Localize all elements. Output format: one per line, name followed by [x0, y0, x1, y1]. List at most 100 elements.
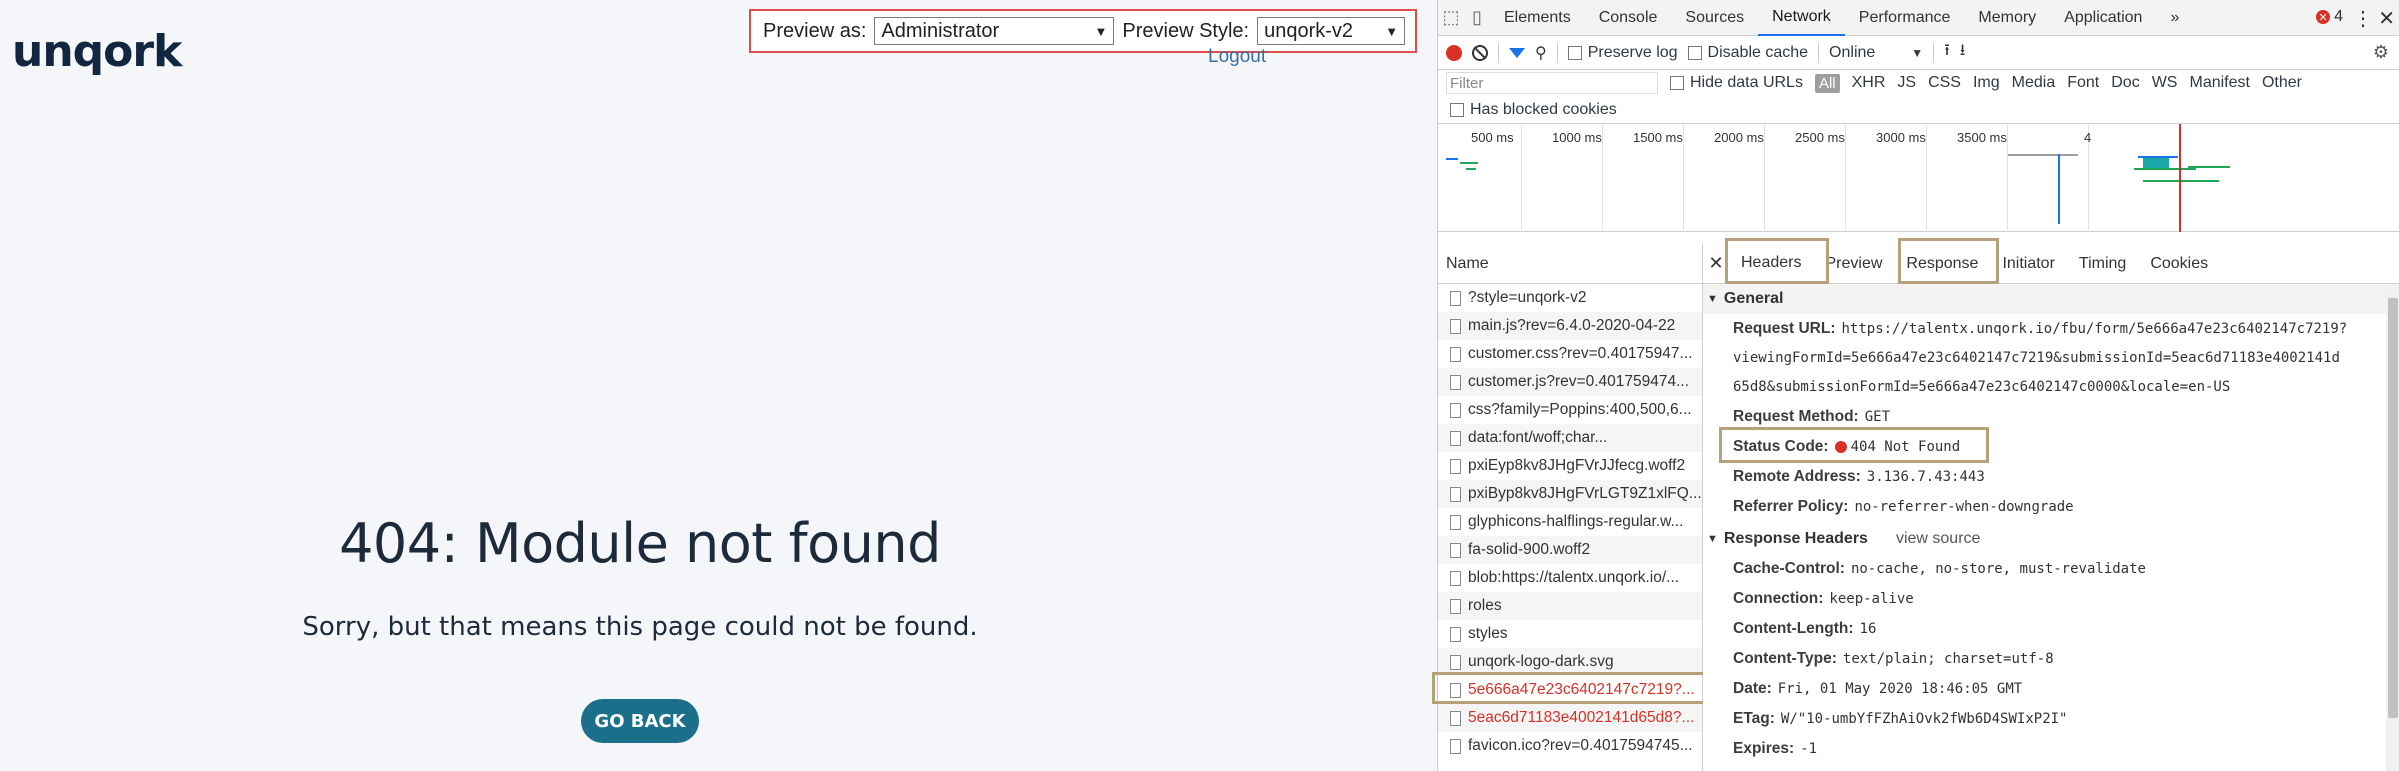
response-header-row: Cache-Control: no-cache, no-store, must-r…	[1703, 554, 2399, 584]
timeline-gridline	[1845, 124, 1846, 232]
logout-link[interactable]: Logout	[1208, 46, 1266, 68]
kebab-menu-icon[interactable]: ⋮	[2353, 6, 2373, 31]
header-value: 16	[1859, 621, 1877, 637]
request-row[interactable]: css?family=Poppins:400,500,6...	[1438, 396, 1702, 424]
close-icon[interactable]: ✕	[2378, 6, 2395, 31]
request-name: css?family=Poppins:400,500,6...	[1468, 401, 1692, 418]
name-column-header[interactable]: Name	[1438, 244, 1702, 284]
unqork-logo[interactable]: unqork	[12, 26, 182, 77]
request-name: favicon.ico?rev=0.4017594745...	[1468, 737, 1693, 754]
preserve-log-checkbox[interactable]: Preserve log	[1567, 44, 1678, 62]
highlight-box	[1898, 238, 1999, 284]
error-counter[interactable]: ✕ 4	[2316, 8, 2343, 26]
request-name: pxiByp8kv8JHgFVrLGT9Z1xlFQ...	[1468, 485, 1702, 502]
timeline-overview[interactable]: 500 ms 1000 ms 1500 ms 2000 ms 2500 ms 3000 m…	[1438, 124, 2399, 232]
tab-application[interactable]: Application	[2050, 0, 2156, 36]
response-headers-list: Cache-Control: no-cache, no-store, must-r…	[1703, 554, 2399, 764]
device-toolbar-icon[interactable]: ▯	[1464, 5, 1490, 31]
request-row[interactable]: pxiEyp8kv8JHgFVrJJfecg.woff2	[1438, 452, 1702, 480]
clear-icon[interactable]	[1472, 44, 1488, 61]
tab-console[interactable]: Console	[1585, 0, 1672, 36]
has-blocked-cookies-checkbox[interactable]: Has blocked cookies	[1450, 101, 1617, 119]
error-icon: ✕	[2316, 10, 2331, 24]
checkbox-icon	[1567, 45, 1582, 60]
timeline-tick-label: 3000 ms	[1876, 130, 1926, 145]
filter-type-ws[interactable]: WS	[2152, 74, 2178, 92]
go-back-button[interactable]: GO BACK	[581, 699, 699, 743]
request-name: roles	[1468, 597, 1502, 614]
preview-style-select[interactable]: unqork-v2 ▼	[1257, 17, 1406, 45]
timeline-bar	[2188, 166, 2230, 168]
tab-network[interactable]: Network	[1758, 0, 1845, 36]
header-key: ETag:	[1733, 710, 1775, 727]
request-url-line: 65d8&submissionFormId=5e666a47e23c640214…	[1733, 379, 2231, 395]
request-row[interactable]: main.js?rev=6.4.0-2020-04-22	[1438, 312, 1702, 340]
filter-type-img[interactable]: Img	[1973, 74, 2000, 92]
highlight-box	[1719, 427, 1989, 463]
filter-type-js[interactable]: JS	[1897, 74, 1916, 92]
timeline-gridline	[1683, 124, 1684, 232]
details-tab-bar: ✕ Headers Preview Response Initiator Timing C…	[1703, 238, 2399, 284]
file-icon	[1450, 318, 1461, 334]
response-headers-section-header[interactable]: ▼ Response Headers view source	[1703, 524, 2399, 554]
filter-type-doc[interactable]: Doc	[2111, 74, 2139, 92]
general-section-header[interactable]: ▼ General	[1703, 284, 2399, 314]
request-row[interactable]: 5eac6d71183e4002141d65d8?...	[1438, 704, 1702, 732]
request-row[interactable]: glyphicons-halflings-regular.w...	[1438, 508, 1702, 536]
request-row[interactable]: data:font/woff;char...	[1438, 424, 1702, 452]
record-icon[interactable]	[1446, 44, 1462, 61]
request-row[interactable]: styles	[1438, 620, 1702, 648]
request-name: styles	[1468, 625, 1508, 642]
import-har-icon[interactable]: ⭱	[1944, 39, 1950, 66]
devtools-tabs: Elements Console Sources Network Performance…	[1490, 0, 2156, 36]
request-row[interactable]: customer.css?rev=0.40175947...	[1438, 340, 1702, 368]
request-method-key: Request Method:	[1733, 408, 1859, 425]
details-tab-cookies[interactable]: Cookies	[2138, 244, 2220, 284]
request-row[interactable]: fa-solid-900.woff2	[1438, 536, 1702, 564]
filter-type-css[interactable]: CSS	[1928, 74, 1961, 92]
tab-memory[interactable]: Memory	[1964, 0, 2050, 36]
response-header-row: Date: Fri, 01 May 2020 18:46:05 GMT	[1703, 674, 2399, 704]
timeline-tick-label: 2500 ms	[1795, 130, 1845, 145]
file-icon	[1450, 626, 1461, 642]
file-icon	[1450, 430, 1461, 446]
timeline-tick-label: 1500 ms	[1633, 130, 1683, 145]
filter-type-other[interactable]: Other	[2262, 74, 2302, 92]
request-name: main.js?rev=6.4.0-2020-04-22	[1468, 317, 1676, 334]
throttling-select[interactable]: Online ▼	[1829, 44, 1923, 62]
filter-type-media[interactable]: Media	[2012, 74, 2056, 92]
request-url-line: https://talentx.unqork.io/fbu/form/5e666…	[1841, 321, 2348, 337]
details-tab-initiator[interactable]: Initiator	[1990, 244, 2066, 284]
filter-type-font[interactable]: Font	[2067, 74, 2099, 92]
request-row[interactable]: favicon.ico?rev=0.4017594745...	[1438, 732, 1702, 760]
details-tab-timing[interactable]: Timing	[2067, 244, 2138, 284]
file-icon	[1450, 374, 1461, 390]
tab-elements[interactable]: Elements	[1490, 0, 1585, 36]
export-har-icon[interactable]: ⭳	[1960, 39, 1966, 66]
filter-all-button[interactable]: All	[1814, 73, 1840, 93]
filter-input[interactable]: Filter	[1446, 72, 1658, 94]
tab-sources[interactable]: Sources	[1671, 0, 1758, 36]
filter-type-manifest[interactable]: Manifest	[2189, 74, 2249, 92]
preview-as-select[interactable]: Administrator ▼	[874, 17, 1115, 45]
tab-performance[interactable]: Performance	[1845, 0, 1965, 36]
inspect-element-icon[interactable]: ⬚	[1438, 5, 1464, 31]
more-tabs-button[interactable]: »	[2156, 0, 2193, 36]
request-row[interactable]: roles	[1438, 592, 1702, 620]
request-name: unqork-logo-dark.svg	[1468, 653, 1614, 670]
request-row[interactable]: pxiByp8kv8JHgFVrLGT9Z1xlFQ...	[1438, 480, 1702, 508]
request-row[interactable]: customer.js?rev=0.401759474...	[1438, 368, 1702, 396]
filter-icon[interactable]	[1509, 47, 1525, 58]
disable-cache-checkbox[interactable]: Disable cache	[1687, 44, 1808, 62]
filter-type-xhr[interactable]: XHR	[1852, 74, 1886, 92]
hide-data-urls-checkbox[interactable]: Hide data URLs	[1670, 74, 1803, 92]
request-row[interactable]: blob:https://talentx.unqork.io/...	[1438, 564, 1702, 592]
preview-as-value: Administrator	[881, 19, 1000, 42]
header-value: -1	[1800, 741, 1818, 757]
search-icon[interactable]: ⚲	[1535, 43, 1547, 63]
request-row[interactable]: ?style=unqork-v2	[1438, 284, 1702, 312]
gear-icon[interactable]: ⚙	[2373, 42, 2389, 63]
view-source-link[interactable]: view source	[1896, 530, 1980, 548]
details-scrollbar[interactable]	[2386, 284, 2399, 771]
scrollbar-thumb[interactable]	[2388, 298, 2398, 718]
